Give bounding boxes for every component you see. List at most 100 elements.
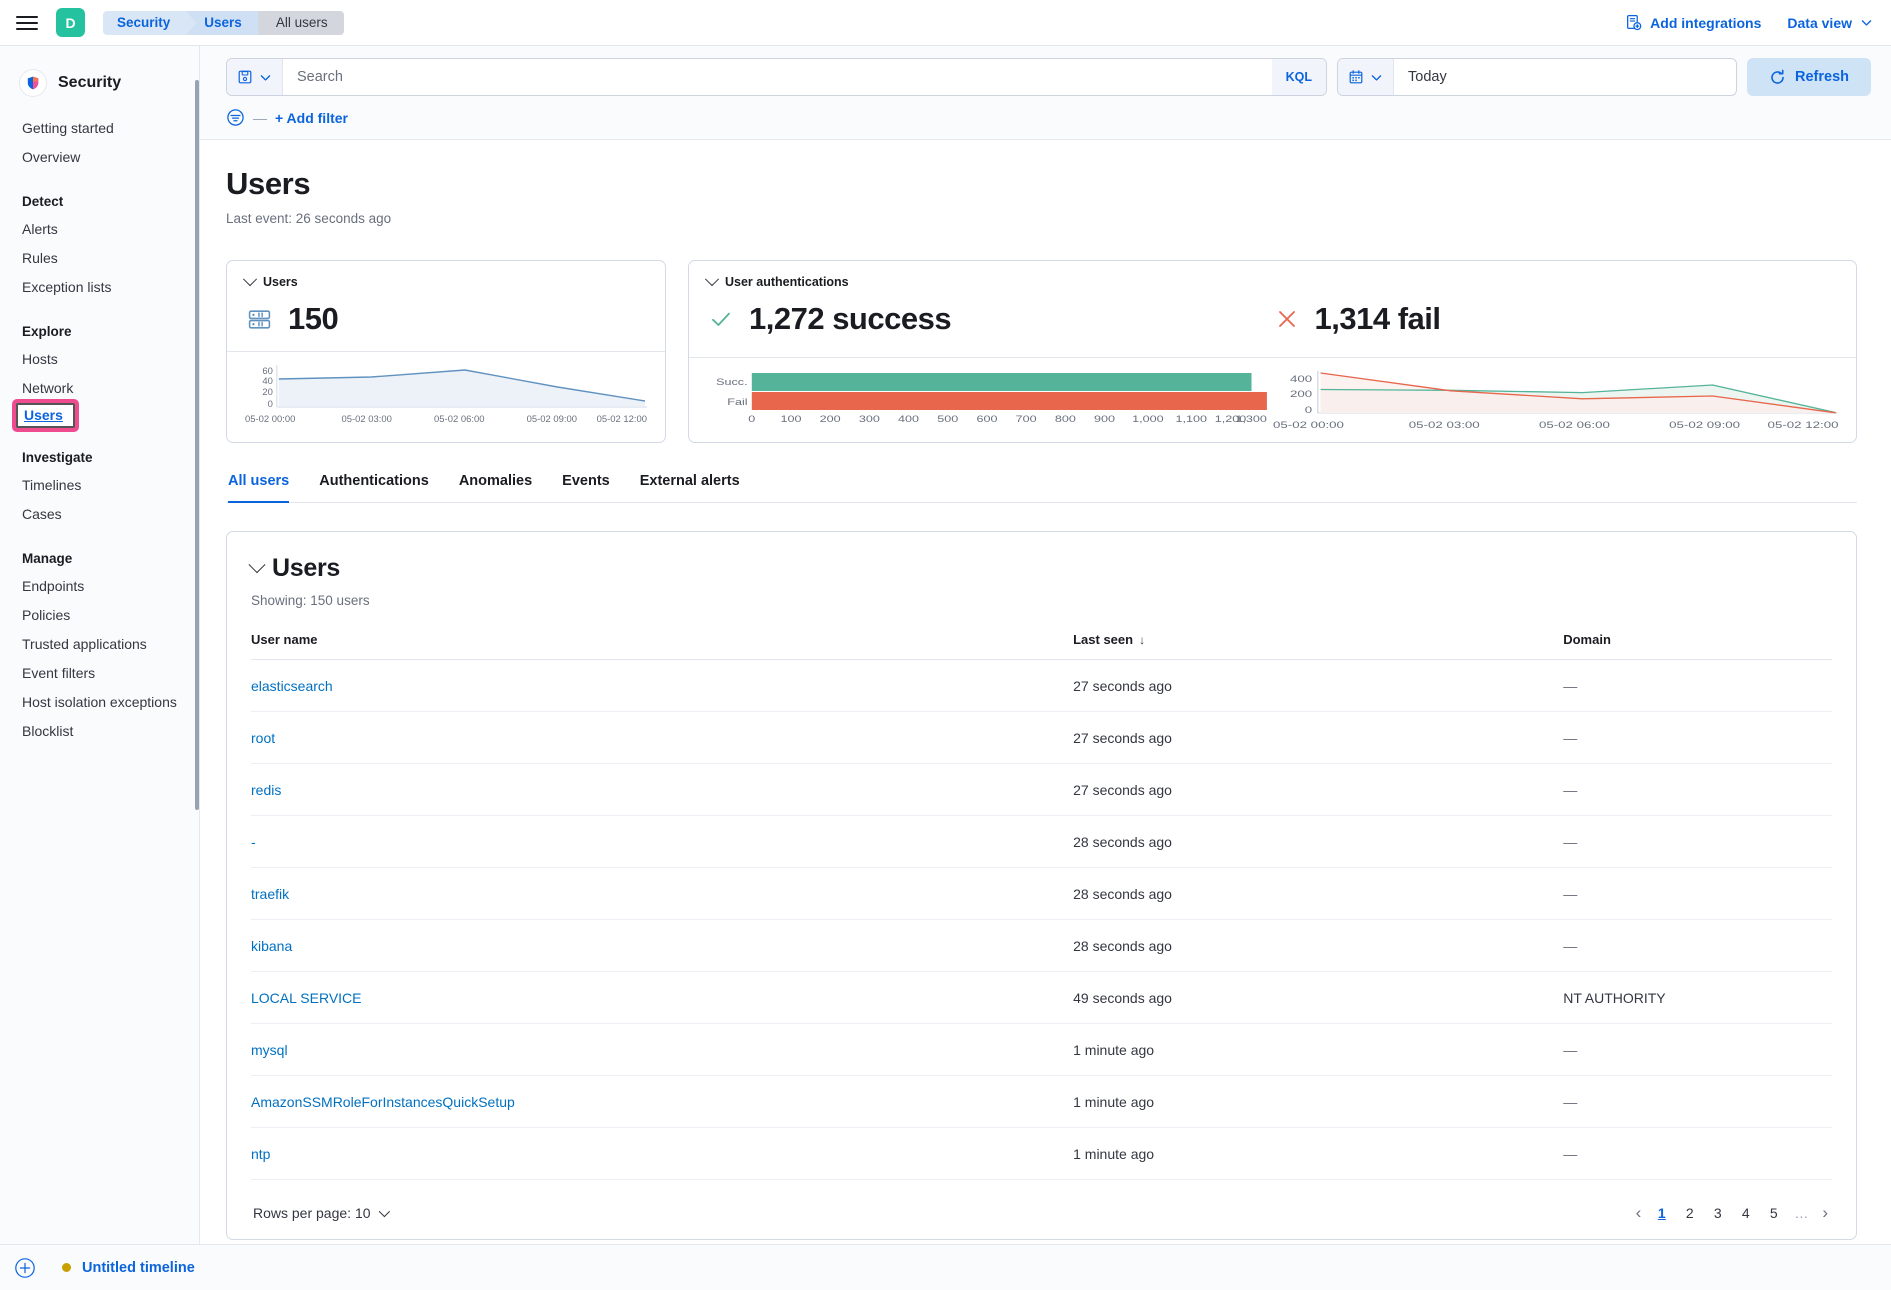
filter-separator: — — [253, 110, 267, 126]
sort-desc-icon: ↓ — [1139, 633, 1145, 647]
data-view-label: Data view — [1787, 15, 1852, 31]
cell-user-name: kibana — [251, 920, 1073, 972]
sidebar-item-policies[interactable]: Policies — [0, 601, 199, 630]
page-button-2[interactable]: 2 — [1680, 1205, 1699, 1221]
sidebar-item-trusted-applications[interactable]: Trusted applications — [0, 630, 199, 659]
breadcrumb-item-security[interactable]: Security — [103, 11, 186, 35]
add-timeline-icon[interactable] — [14, 1257, 36, 1279]
page-button-5[interactable]: 5 — [1764, 1205, 1783, 1221]
sidebar-item-cases[interactable]: Cases — [0, 500, 199, 529]
menu-icon[interactable] — [14, 10, 40, 36]
cell-domain: — — [1563, 868, 1832, 920]
space-avatar[interactable]: D — [56, 8, 85, 37]
cell-last-seen: 27 seconds ago — [1073, 660, 1563, 712]
user-link[interactable]: LOCAL SERVICE — [251, 990, 362, 1006]
svg-text:100: 100 — [780, 415, 801, 425]
sidebar-item-host-isolation-exceptions[interactable]: Host isolation exceptions — [0, 688, 199, 717]
auth-bar-chart-wrap: Succ. Fail 0 100 200 300 400 — [707, 358, 1273, 432]
sidebar-item-network[interactable]: Network — [0, 374, 199, 403]
filter-options-icon[interactable] — [226, 108, 245, 127]
cell-last-seen: 28 seconds ago — [1073, 920, 1563, 972]
next-page-button[interactable]: › — [1820, 1204, 1830, 1221]
sidebar-item-exception-lists[interactable]: Exception lists — [0, 273, 199, 302]
search-group: KQL — [226, 58, 1327, 96]
check-icon — [709, 307, 733, 331]
auth-success-half: 1,272 success — [707, 289, 1273, 343]
tab-anomalies[interactable]: Anomalies — [459, 469, 532, 503]
breadcrumb-item-all-users[interactable]: All users — [258, 11, 344, 35]
chevron-down-icon — [249, 556, 266, 573]
tab-authentications[interactable]: Authentications — [319, 469, 429, 503]
users-table: User name Last seen↓ Domain elasticsearc… — [251, 632, 1832, 1180]
sidebar-item-timelines[interactable]: Timelines — [0, 471, 199, 500]
sidebar-item-overview[interactable]: Overview — [0, 143, 199, 172]
tab-external-alerts[interactable]: External alerts — [640, 469, 740, 503]
body: Security Getting started Overview Detect… — [0, 46, 1891, 1244]
user-link[interactable]: ntp — [251, 1146, 270, 1162]
add-filter-button[interactable]: + Add filter — [275, 110, 348, 126]
date-range-value[interactable]: Today — [1394, 59, 1461, 95]
svg-text:200: 200 — [1290, 390, 1312, 400]
column-header-last-seen[interactable]: Last seen↓ — [1073, 632, 1563, 660]
sidebar-item-blocklist[interactable]: Blocklist — [0, 717, 199, 746]
svg-text:05-02 03:00: 05-02 03:00 — [1408, 421, 1479, 431]
timeline-toggle-button[interactable]: Untitled timeline — [62, 1260, 195, 1276]
saved-query-button[interactable] — [227, 59, 283, 95]
user-link[interactable]: root — [251, 730, 275, 746]
date-quick-select-button[interactable] — [1338, 59, 1394, 95]
sidebar-item-event-filters[interactable]: Event filters — [0, 659, 199, 688]
sidebar-item-rules[interactable]: Rules — [0, 244, 199, 273]
data-view-button[interactable]: Data view — [1787, 15, 1873, 31]
user-link[interactable]: kibana — [251, 938, 292, 954]
sidebar-item-hosts[interactable]: Hosts — [0, 345, 199, 374]
panel-title: Users — [272, 554, 340, 583]
svg-text:0: 0 — [268, 399, 273, 410]
previous-page-button[interactable]: ‹ — [1634, 1204, 1644, 1221]
pagination-controls: ‹ 1 2 3 4 5 … › — [1634, 1204, 1830, 1221]
search-input[interactable] — [283, 59, 1272, 95]
svg-text:1,000: 1,000 — [1132, 415, 1164, 425]
sidebar-scrollbar[interactable] — [195, 80, 199, 810]
integrations-icon — [1625, 14, 1642, 31]
auth-card-header[interactable]: User authentications — [707, 275, 1838, 289]
add-integrations-button[interactable]: Add integrations — [1625, 14, 1761, 31]
svg-text:40: 40 — [262, 376, 273, 387]
svg-text:200: 200 — [820, 415, 841, 425]
panel-header[interactable]: Users — [251, 554, 1832, 583]
page-body: Users Last event: 26 seconds ago Users — [200, 140, 1891, 1244]
svg-text:Fail: Fail — [727, 398, 747, 408]
page-button-1[interactable]: 1 — [1652, 1205, 1671, 1221]
sidebar-item-endpoints[interactable]: Endpoints — [0, 572, 199, 601]
user-link[interactable]: elasticsearch — [251, 678, 333, 694]
user-link[interactable]: mysql — [251, 1042, 288, 1058]
stat-cards-row: Users — [226, 260, 1857, 443]
cell-last-seen: 1 minute ago — [1073, 1076, 1563, 1128]
kql-language-button[interactable]: KQL — [1272, 59, 1326, 95]
users-card-header[interactable]: Users — [245, 275, 647, 289]
page-button-3[interactable]: 3 — [1708, 1205, 1727, 1221]
sidebar-item-users[interactable]: Users — [16, 403, 75, 428]
user-link[interactable]: AmazonSSMRoleForInstancesQuickSetup — [251, 1094, 515, 1110]
cell-user-name: ntp — [251, 1128, 1073, 1180]
rows-per-page-button[interactable]: Rows per page: 10 — [253, 1205, 387, 1221]
refresh-button[interactable]: Refresh — [1747, 58, 1871, 96]
cell-user-name: - — [251, 816, 1073, 868]
user-link[interactable]: - — [251, 834, 256, 850]
users-table-panel: Users Showing: 150 users User name Last … — [226, 531, 1857, 1240]
svg-text:05-02 03:00: 05-02 03:00 — [342, 414, 392, 425]
sidebar-item-alerts[interactable]: Alerts — [0, 215, 199, 244]
auth-split: 1,272 success — [707, 289, 1838, 343]
svg-text:05-02 09:00: 05-02 09:00 — [1669, 421, 1740, 431]
sidebar-item-getting-started[interactable]: Getting started — [0, 114, 199, 143]
column-header-user-name[interactable]: User name — [251, 632, 1073, 660]
divider — [227, 351, 665, 352]
svg-text:400: 400 — [1290, 375, 1312, 385]
svg-text:800: 800 — [1055, 415, 1076, 425]
tab-events[interactable]: Events — [562, 469, 610, 503]
user-link[interactable]: traefik — [251, 886, 289, 902]
page-button-4[interactable]: 4 — [1736, 1205, 1755, 1221]
breadcrumb-item-users[interactable]: Users — [186, 11, 258, 35]
user-link[interactable]: redis — [251, 782, 281, 798]
tab-all-users[interactable]: All users — [228, 469, 289, 503]
column-header-domain[interactable]: Domain — [1563, 632, 1832, 660]
